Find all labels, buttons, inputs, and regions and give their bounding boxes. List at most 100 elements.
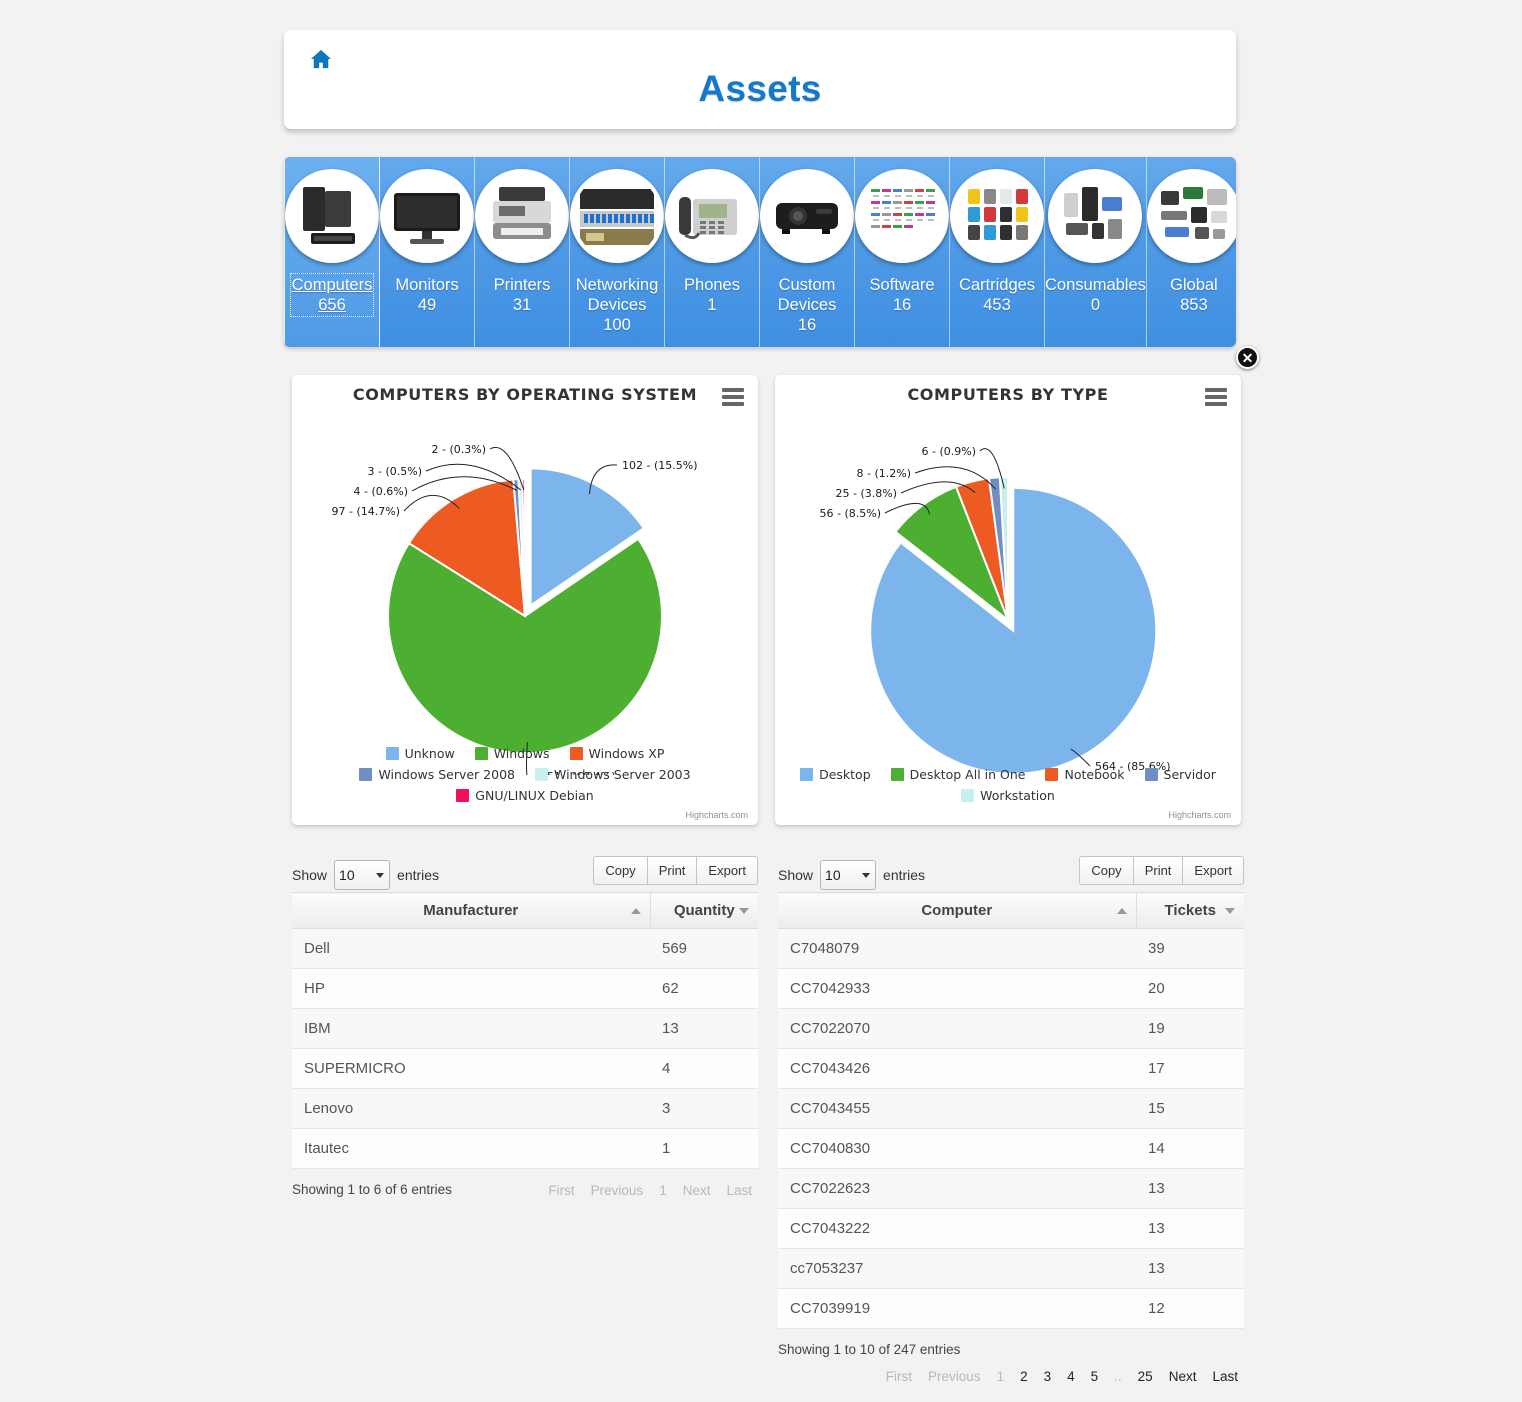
table-row[interactable]: HP 62 xyxy=(292,968,758,1009)
cell-value: 13 xyxy=(1136,1168,1244,1209)
close-icon[interactable]: ✕ xyxy=(1236,346,1259,369)
export-button[interactable]: Export xyxy=(1182,856,1244,885)
legend-swatch-icon xyxy=(359,768,373,781)
table-body: C7048079 39 CC7042933 20 CC7022070 19 CC704342… xyxy=(778,928,1244,1329)
chart-credits[interactable]: Highcharts.com xyxy=(685,810,748,820)
cell-value: 20 xyxy=(1136,968,1244,1009)
pie-chart-operating-system[interactable]: 102 - (15.5%)451 - (68.4%)97 - (14.7%)4 … xyxy=(292,403,758,775)
table-row[interactable]: IBM 13 xyxy=(292,1008,758,1049)
print-button[interactable]: Print xyxy=(646,856,698,885)
legend-item[interactable]: Servidor xyxy=(1144,767,1216,782)
sort-ascending-icon xyxy=(1116,907,1127,914)
cell-value: 13 xyxy=(1136,1208,1244,1249)
pagination-next[interactable]: Next xyxy=(1163,1366,1203,1387)
copy-button[interactable]: Copy xyxy=(1079,856,1134,885)
desktop-computer-icon xyxy=(285,169,379,263)
pagination-1: 1 xyxy=(659,1183,667,1198)
legend-item[interactable]: GNU/LINUX Debian xyxy=(456,788,594,803)
legend-label: GNU/LINUX Debian xyxy=(475,788,594,803)
legend-item[interactable]: Desktop All in One xyxy=(890,767,1026,782)
table-row[interactable]: Itautec 1 xyxy=(292,1128,758,1169)
export-button[interactable]: Export xyxy=(696,856,758,885)
legend-label: Windows Server 2003 xyxy=(554,767,691,782)
category-item-computers[interactable]: Computers 656 xyxy=(284,157,380,347)
cell-value: 14 xyxy=(1136,1128,1244,1169)
pagination-1: 1 xyxy=(996,1369,1005,1384)
category-item-consumables[interactable]: Consumables 0 xyxy=(1045,157,1147,347)
table-row[interactable]: CC7043426 17 xyxy=(778,1048,1244,1089)
print-button[interactable]: Print xyxy=(1132,856,1184,885)
category-count: 49 xyxy=(417,296,437,314)
pagination-5[interactable]: 5 xyxy=(1085,1366,1105,1387)
legend-item[interactable]: Windows XP xyxy=(569,746,664,761)
column-header-computer[interactable]: Computer xyxy=(778,892,1136,929)
sort-ascending-icon xyxy=(630,907,641,914)
table-row[interactable]: Lenovo 3 xyxy=(292,1088,758,1129)
table-footer: Showing 1 to 10 of 247 entries First Prev… xyxy=(778,1336,1244,1402)
category-name: Consumables xyxy=(1045,276,1146,294)
cell-name: IBM xyxy=(292,1008,650,1049)
category-label: Global 853 xyxy=(1170,275,1218,315)
pie-chart-computer-type[interactable]: 564 - (85.6%) 56 - (8.5%) 25 - (3.8%) 8 - (… xyxy=(775,403,1241,775)
table-row[interactable]: SUPERMICRO 4 xyxy=(292,1048,758,1089)
legend-item[interactable]: Unknow xyxy=(385,746,455,761)
cell-name: CC7040830 xyxy=(778,1128,1136,1169)
pagination-4[interactable]: 4 xyxy=(1061,1366,1081,1387)
cell-value: 3 xyxy=(650,1088,758,1129)
pie-data-label: 102 - (15.5%) xyxy=(622,459,698,472)
category-name: Computers xyxy=(291,276,373,294)
table-row[interactable]: cc7053237 13 xyxy=(778,1248,1244,1289)
legend-item[interactable]: Windows Server 2008 xyxy=(359,767,515,782)
category-item-custom-devices[interactable]: Custom Devices 16 xyxy=(760,157,855,347)
table-row[interactable]: C7048079 39 xyxy=(778,928,1244,969)
cell-name: CC7043222 xyxy=(778,1208,1136,1249)
category-item-printers[interactable]: Printers 31 xyxy=(475,157,570,347)
page-length-select[interactable]: 10 xyxy=(334,860,391,890)
legend-item[interactable]: Notebook xyxy=(1045,767,1125,782)
cell-value: 12 xyxy=(1136,1288,1244,1329)
page-length-select[interactable]: 10 xyxy=(820,860,877,890)
pagination-2[interactable]: 2 xyxy=(1014,1366,1034,1387)
table-row[interactable]: CC7040830 14 xyxy=(778,1128,1244,1169)
legend-label: Desktop All in One xyxy=(909,767,1026,782)
category-item-networking-devices[interactable]: Networking Devices 100 xyxy=(570,157,665,347)
legend-item[interactable]: Windows xyxy=(474,746,550,761)
table-head: Computer Tickets xyxy=(778,892,1244,929)
category-count: 100 xyxy=(603,316,631,334)
pagination-last[interactable]: Last xyxy=(1206,1366,1244,1387)
table-row[interactable]: CC7039919 12 xyxy=(778,1288,1244,1329)
pagination-: .. xyxy=(1114,1369,1122,1384)
pie-data-label: 6 - (0.9%) xyxy=(922,445,977,458)
legend-item[interactable]: Desktop xyxy=(800,767,871,782)
category-item-monitors[interactable]: Monitors 49 xyxy=(380,157,475,347)
category-label: Computers 656 xyxy=(289,273,375,317)
category-name: Monitors xyxy=(395,276,459,294)
column-header-manufacturer[interactable]: Manufacturer xyxy=(292,892,650,929)
column-header-tickets[interactable]: Tickets xyxy=(1135,892,1244,929)
pagination-25[interactable]: 25 xyxy=(1132,1366,1159,1387)
category-name: Phones xyxy=(684,276,740,294)
assets-dashboard: Assets Computers 656 Monitors 49 Printers 31 N… xyxy=(0,0,1522,1402)
table-row[interactable]: Dell 569 xyxy=(292,928,758,969)
column-header-quantity[interactable]: Quantity xyxy=(649,892,758,929)
category-item-cartridges[interactable]: Cartridges 453 xyxy=(950,157,1045,347)
category-item-global[interactable]: Global 853 xyxy=(1146,157,1236,347)
cell-value: 39 xyxy=(1136,928,1244,969)
cell-value: 4 xyxy=(650,1048,758,1089)
table-row[interactable]: CC7022623 13 xyxy=(778,1168,1244,1209)
copy-button[interactable]: Copy xyxy=(593,856,648,885)
table-row[interactable]: CC7043222 13 xyxy=(778,1208,1244,1249)
category-name: Networking Devices xyxy=(575,276,659,314)
table-row[interactable]: CC7042933 20 xyxy=(778,968,1244,1009)
legend-swatch-icon xyxy=(1144,768,1158,781)
cell-value: 62 xyxy=(650,968,758,1009)
chart-credits[interactable]: Highcharts.com xyxy=(1168,810,1231,820)
table-row[interactable]: CC7043455 15 xyxy=(778,1088,1244,1129)
legend-item[interactable]: Windows Server 2003 xyxy=(535,767,691,782)
pagination-3[interactable]: 3 xyxy=(1038,1366,1058,1387)
legend-item[interactable]: Workstation xyxy=(961,788,1055,803)
category-item-phones[interactable]: Phones 1 xyxy=(665,157,760,347)
table-row[interactable]: CC7022070 19 xyxy=(778,1008,1244,1049)
category-item-software[interactable]: Software 16 xyxy=(855,157,950,347)
chart-legend-computer-type: Desktop Desktop All in One Notebook Servido… xyxy=(775,767,1241,803)
